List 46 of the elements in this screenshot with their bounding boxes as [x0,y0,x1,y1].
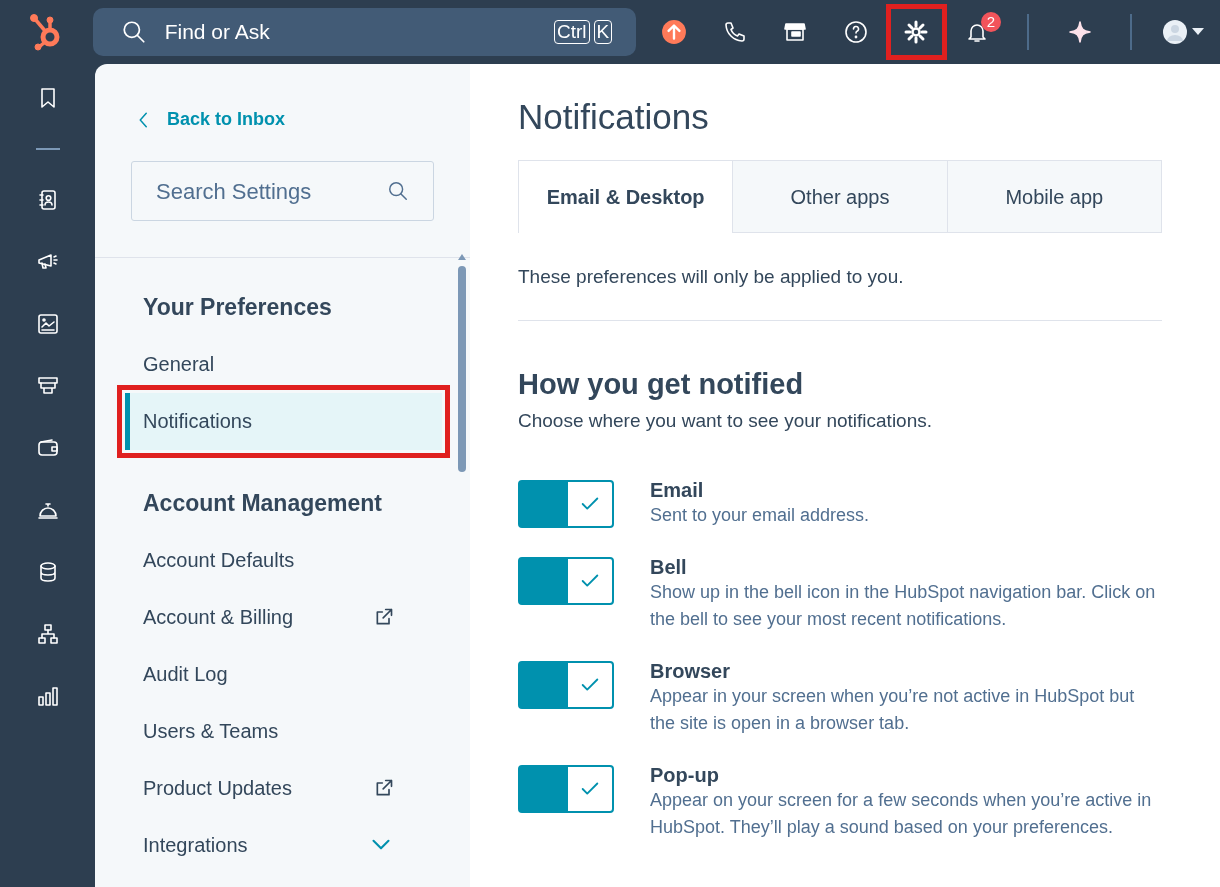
channel-description: Sent to your email address. [650,503,870,527]
settings-button[interactable] [886,4,947,60]
toggle-switch[interactable] [518,556,614,605]
upgrade-icon [661,19,688,45]
section-heading: How you get notified [518,366,805,402]
channel-description: Appear on your screen for a few seconds when you’re active in HubSpot. They’ll play a sound based on your preferences. [650,788,1153,839]
shortcut-key: K [593,20,613,44]
external-link-icon [374,606,394,627]
toggle-switch[interactable] [518,764,614,813]
storefront-icon [783,20,808,44]
intro-text: These preferences will only be applied to you. [518,263,1162,321]
nav-item[interactable]: Integrations [143,816,434,874]
search-field[interactable]: Search Settings [131,161,434,221]
section-heading: Your Preferences [143,294,333,322]
channel-name: Pop-up [650,762,720,787]
section-subtitle: Choose where you want to see your notifications. [518,409,933,434]
nav-item[interactable]: Account & Billing [143,588,434,646]
nav-item[interactable]: Account Defaults [143,531,434,589]
nav-item[interactable]: Audit Log [143,645,434,703]
section-heading: Account Management [143,489,383,518]
search-icon [387,180,409,202]
notification-count: 2 [980,12,1001,32]
nav-item[interactable]: Users & Teams [143,702,434,760]
sparkle-icon [1067,20,1092,44]
search-icon [120,19,147,45]
channel-name: Browser [650,658,732,683]
channel-description: Show up in the bell icon in the HubSpot navigation bar. Click on the bell to see your most recent notifications. [650,580,1157,631]
page-title: Notifications [518,96,710,138]
channel-name: Email [650,477,705,502]
channel-name: Bell [650,554,688,579]
toggle-switch[interactable] [518,479,614,528]
help-icon [843,20,868,44]
toggle-switch[interactable] [518,660,614,709]
nav-item[interactable]: Product Updates [143,759,434,817]
shortcut-key: Ctrl [554,20,590,44]
channel-description: Appear in your screen when you’re not active in HubSpot but the site is open in a browser tab. [650,684,1136,735]
search-field[interactable]: Find or Ask Ctrl K [92,8,637,56]
settings-icon [904,20,929,44]
external-link-icon [374,777,394,798]
image-icon[interactable] [35,312,60,336]
tab[interactable]: Other apps [732,161,947,233]
phone-icon [722,20,747,44]
bar-chart-icon[interactable] [35,684,60,708]
tab[interactable]: Mobile app [946,161,1161,233]
nav-item[interactable]: General [143,335,434,393]
hierarchy-icon[interactable] [35,622,60,646]
